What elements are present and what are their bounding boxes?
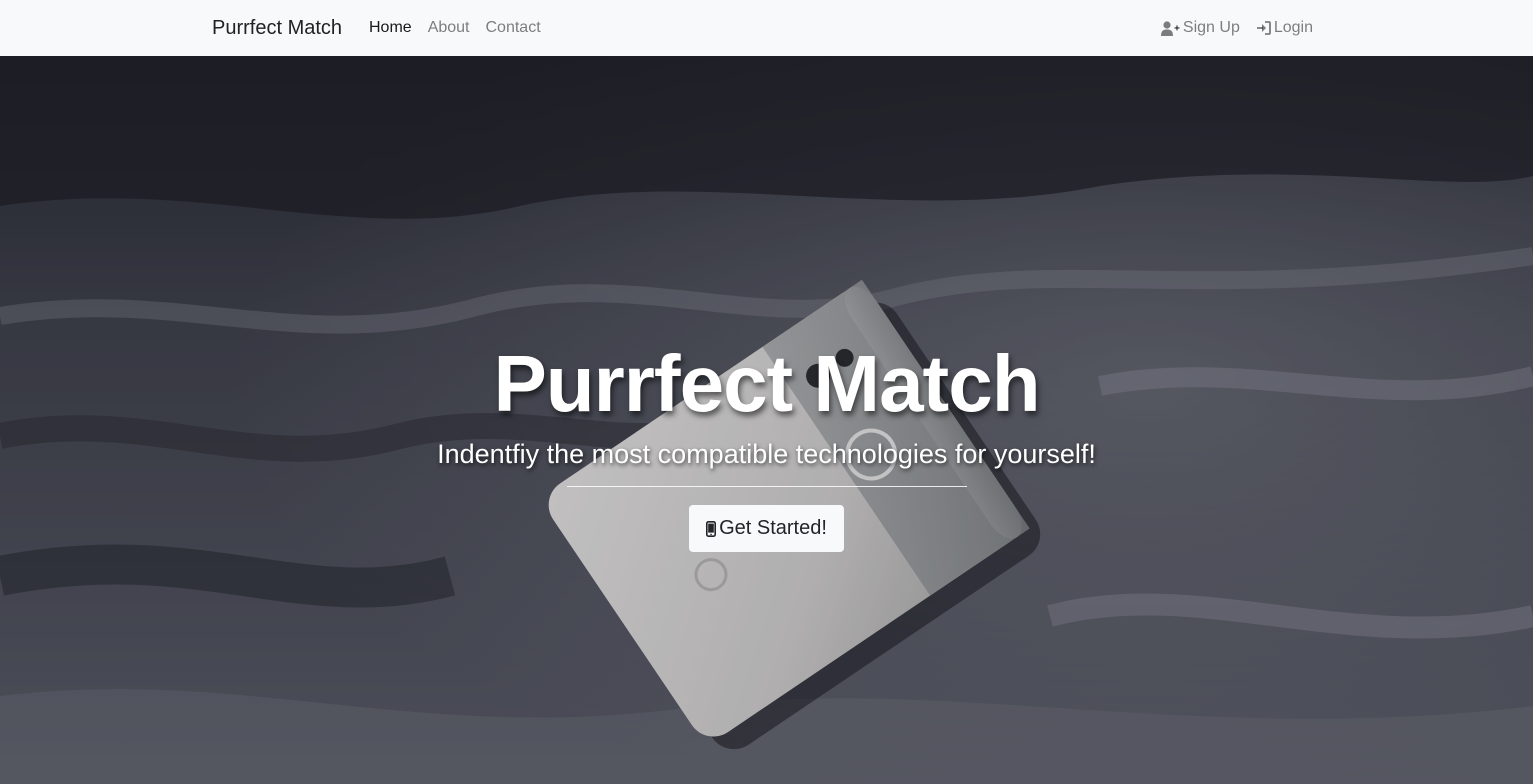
hero-divider [567,486,967,487]
get-started-label: Get Started! [719,517,827,539]
navbar: Purrfect Match Home About Contact Sign U… [0,0,1533,56]
nav-link-about[interactable]: About [428,18,470,38]
nav-link-home[interactable]: Home [369,18,412,38]
nav-link-contact[interactable]: Contact [486,18,541,38]
hero-title: Purrfect Match [493,339,1040,428]
hero-subtitle: Indentfiy the most compatible technologi… [437,439,1096,469]
brand-link[interactable]: Purrfect Match [212,16,342,40]
login-link[interactable]: Login [1256,18,1313,38]
get-started-button[interactable]: Get Started! [689,505,844,552]
sign-up-label: Sign Up [1182,19,1240,36]
nav-links: Home About Contact [369,18,557,38]
sign-in-icon [1256,21,1271,35]
hero-section: Purrfect Match Indentfiy the most compat… [0,56,1533,784]
sign-up-link[interactable]: Sign Up [1160,18,1240,38]
login-label: Login [1273,19,1313,36]
user-plus-icon [1160,20,1180,36]
nav-right: Sign Up Login [1145,18,1313,38]
mobile-phone-icon [706,520,717,537]
